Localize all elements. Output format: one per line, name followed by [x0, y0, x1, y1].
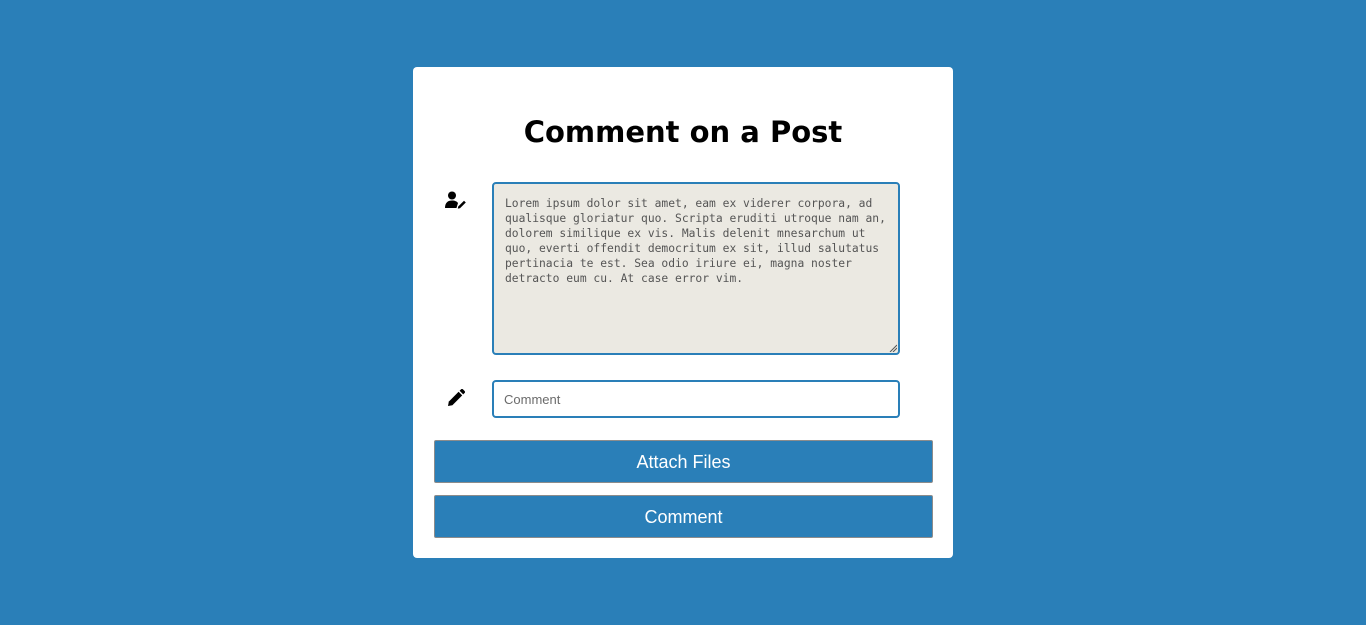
comment-submit-button[interactable]: Comment [434, 495, 933, 538]
pencil-icon [445, 387, 467, 409]
resize-grip-icon[interactable] [889, 344, 897, 352]
attach-files-button[interactable]: Attach Files [434, 440, 933, 483]
post-text-area[interactable]: Lorem ipsum dolor sit amet, eam ex vider… [492, 182, 900, 355]
user-pen-icon [445, 189, 467, 211]
comment-input[interactable] [492, 380, 900, 418]
page-title: Comment on a Post [523, 115, 843, 149]
